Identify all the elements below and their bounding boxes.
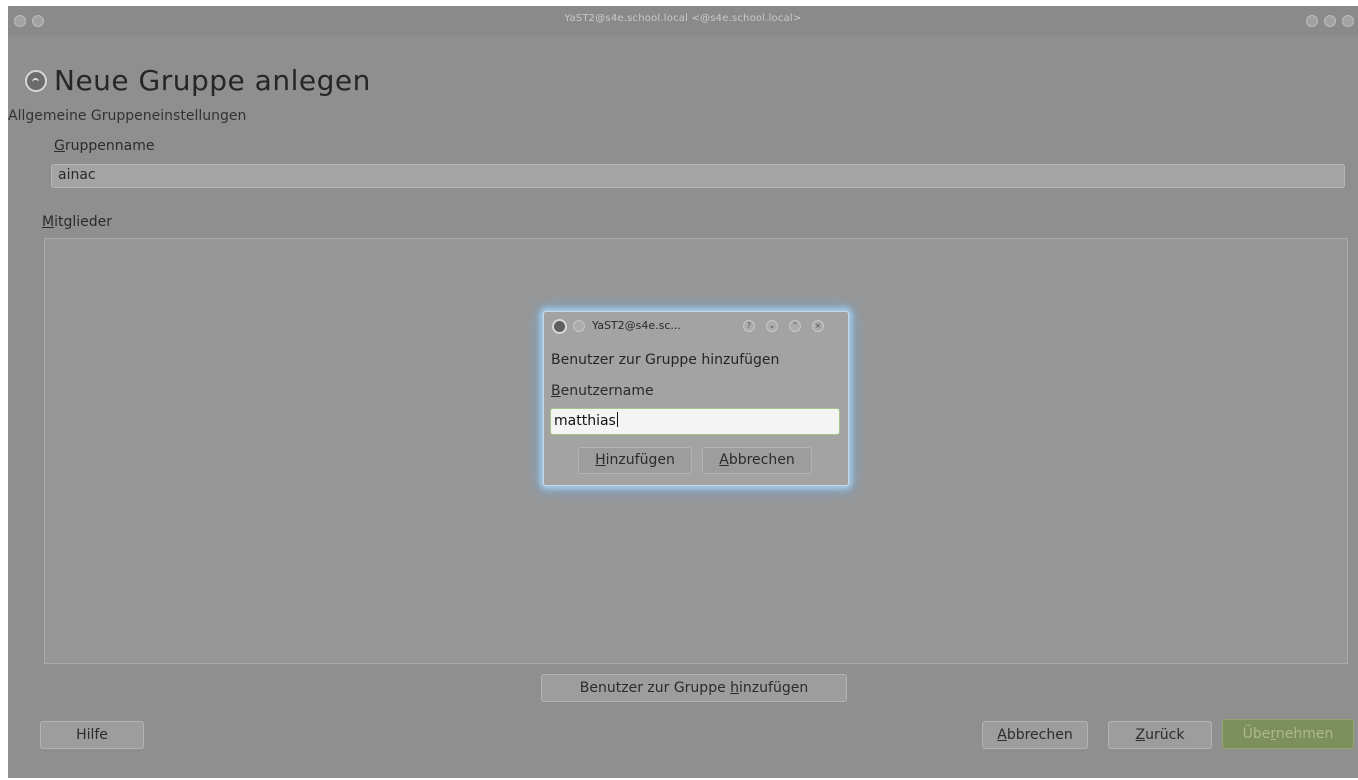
username-label: Benutzername	[551, 383, 654, 399]
yast-icon	[552, 319, 567, 334]
dialog-add-button[interactable]: Hinzufügen	[578, 447, 692, 474]
add-user-dialog: YaST2@s4e.sc... ? ⌄ ⌃ × Benutzer zur Gru…	[543, 311, 849, 486]
yast-group-icon	[25, 70, 47, 92]
members-label: Mitglieder	[42, 214, 113, 230]
dialog-title: YaST2@s4e.sc...	[592, 319, 681, 332]
add-user-to-group-button[interactable]: Benutzer zur Gruppe hinzufügen	[541, 674, 847, 702]
dialog-titlebar: YaST2@s4e.sc... ? ⌄ ⌃ ×	[544, 312, 848, 338]
keep-above-icon[interactable]	[573, 320, 585, 332]
minimize-icon[interactable]	[1306, 15, 1318, 27]
close-icon[interactable]: ×	[812, 320, 824, 332]
cancel-button[interactable]: Abbrechen	[982, 721, 1088, 749]
accept-button[interactable]: Übernehmen	[1222, 719, 1354, 749]
back-button[interactable]: Zurück	[1108, 721, 1212, 749]
page-subtitle: Allgemeine Gruppeneinstellungen	[8, 108, 247, 124]
maximize-icon[interactable]	[1324, 15, 1336, 27]
help-button[interactable]: Hilfe	[40, 721, 144, 749]
window-title: YaST2@s4e.school.local <@s4e.school.loca…	[564, 13, 802, 24]
minimize-icon[interactable]: ⌄	[766, 320, 778, 332]
help-icon[interactable]: ?	[743, 320, 755, 332]
group-name-label: Gruppenname	[54, 138, 155, 154]
dialog-heading: Benutzer zur Gruppe hinzufügen	[551, 352, 780, 368]
dialog-cancel-button[interactable]: Abbrechen	[702, 447, 812, 474]
window-titlebar: YaST2@s4e.school.local <@s4e.school.loca…	[8, 6, 1358, 36]
yast-window: YaST2@s4e.school.local <@s4e.school.loca…	[8, 6, 1358, 778]
text-caret	[616, 412, 618, 427]
close-icon[interactable]	[1342, 15, 1354, 27]
username-input[interactable]: matthias	[550, 408, 840, 435]
group-name-input[interactable]: ainac	[51, 164, 1345, 188]
page-title: Neue Gruppe anlegen	[54, 64, 371, 97]
maximize-icon[interactable]: ⌃	[789, 320, 801, 332]
